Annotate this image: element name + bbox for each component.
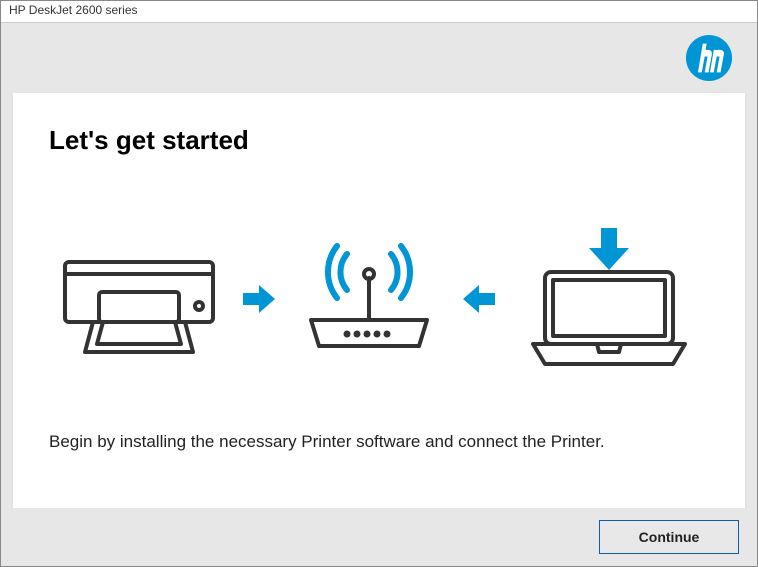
setup-illustration xyxy=(49,186,709,421)
printer-icon xyxy=(59,234,219,364)
footer-bar: Continue xyxy=(1,508,757,566)
window-titlebar: HP DeskJet 2600 series xyxy=(1,1,757,23)
router-icon xyxy=(299,234,439,364)
instruction-text: Begin by installing the necessary Printe… xyxy=(49,431,709,454)
laptop-icon xyxy=(519,224,699,374)
installer-window: HP DeskJet 2600 series Let's get started xyxy=(0,0,758,567)
logo-row xyxy=(1,23,757,93)
hp-logo-icon xyxy=(685,34,733,82)
main-card: Let's get started xyxy=(13,93,745,508)
continue-button[interactable]: Continue xyxy=(599,520,739,554)
window-title: HP DeskJet 2600 series xyxy=(9,3,138,17)
page-title: Let's get started xyxy=(49,125,709,156)
content-area: Let's get started xyxy=(1,23,757,566)
arrow-right-icon xyxy=(241,281,277,317)
arrow-left-icon xyxy=(461,281,497,317)
